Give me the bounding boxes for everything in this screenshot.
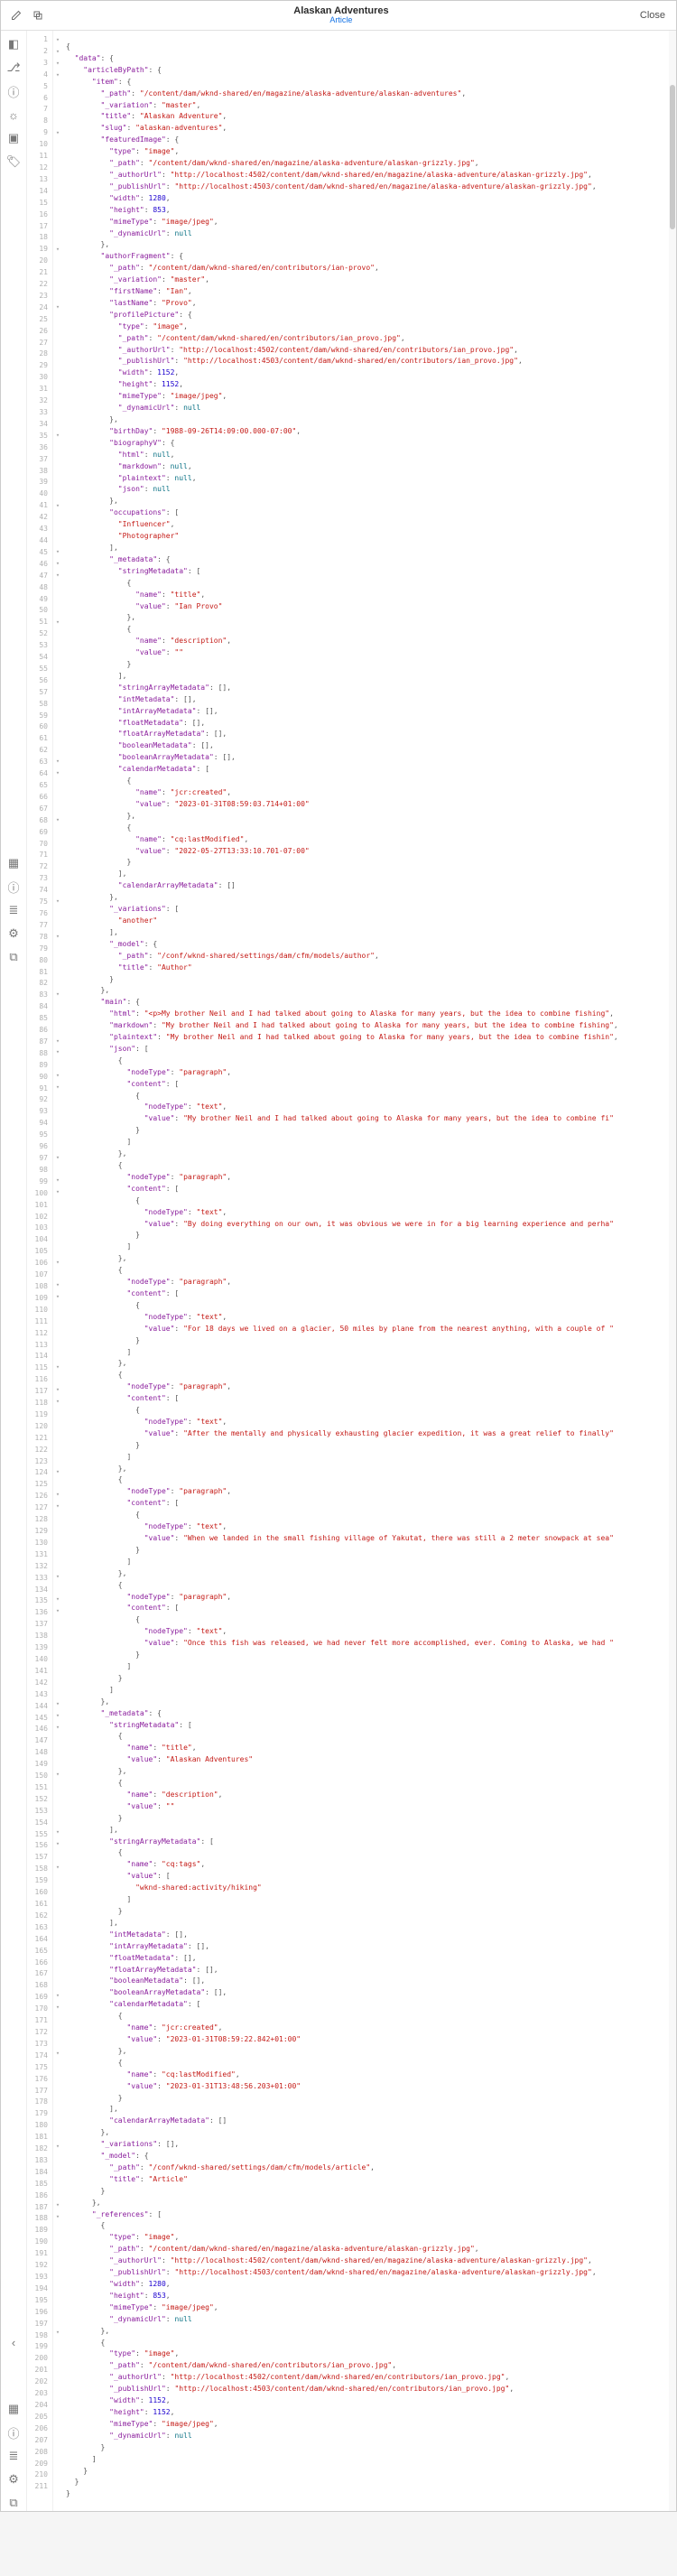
- bell-icon[interactable]: ☼: [5, 107, 22, 123]
- layers2-icon[interactable]: ≣: [5, 2448, 22, 2464]
- header: Alaskan Adventures Article Close: [1, 1, 676, 31]
- page-subtitle[interactable]: Article: [46, 16, 636, 25]
- settings-icon[interactable]: ⚙: [5, 925, 22, 942]
- bookmark-icon[interactable]: 🏷: [5, 153, 22, 170]
- layers-icon[interactable]: ≣: [5, 902, 22, 918]
- editor: 1234567891011121314151617181920212223242…: [27, 31, 676, 2511]
- copy-icon[interactable]: [30, 7, 46, 23]
- branch-icon[interactable]: ⎇: [5, 60, 22, 76]
- info2-icon[interactable]: ⓘ: [5, 2424, 22, 2441]
- header-center: Alaskan Adventures Article: [46, 5, 636, 25]
- grid-icon[interactable]: ▦: [5, 855, 22, 871]
- duplicate-icon[interactable]: ⧉: [5, 949, 22, 965]
- fold-gutter: ▾▾▾▾▾▾▾▾▾▾▾▾▾▾▾▾▾▾▾▾▾▾▾▾▾▾▾▾▾▾▾▾▾▾▾▾▾▾▾▾…: [53, 31, 62, 2511]
- header-left: [8, 7, 46, 23]
- duplicate2-icon[interactable]: ⧉: [5, 2495, 22, 2511]
- info-icon[interactable]: ⓘ: [5, 83, 22, 99]
- code-icon[interactable]: ◧: [5, 36, 22, 52]
- scroll-thumb[interactable]: [670, 85, 675, 229]
- folder-icon[interactable]: ▣: [5, 130, 22, 146]
- line-gutter: 1234567891011121314151617181920212223242…: [27, 31, 53, 2511]
- scrollbar[interactable]: [669, 31, 676, 2511]
- grid2-icon[interactable]: ▦: [5, 2401, 22, 2417]
- chevron-left-icon[interactable]: ‹: [5, 2334, 22, 2350]
- circle-info-icon[interactable]: ⓘ: [5, 879, 22, 895]
- pencil-icon[interactable]: [8, 7, 24, 23]
- settings2-icon[interactable]: ⚙: [5, 2471, 22, 2488]
- close-button[interactable]: Close: [636, 8, 669, 23]
- app-window: Alaskan Adventures Article Close ◧ ⎇ ⓘ ☼…: [0, 0, 677, 2512]
- body: ◧ ⎇ ⓘ ☼ ▣ 🏷 ▦ ⓘ ≣ ⚙ ⧉ ‹ ▦ ⓘ ≣ ⚙ ⧉ 123456…: [1, 31, 676, 2511]
- left-rail: ◧ ⎇ ⓘ ☼ ▣ 🏷 ▦ ⓘ ≣ ⚙ ⧉ ‹ ▦ ⓘ ≣ ⚙ ⧉: [1, 31, 27, 2511]
- json-code[interactable]: { "data": { "articleByPath": { "item": {…: [62, 38, 669, 2504]
